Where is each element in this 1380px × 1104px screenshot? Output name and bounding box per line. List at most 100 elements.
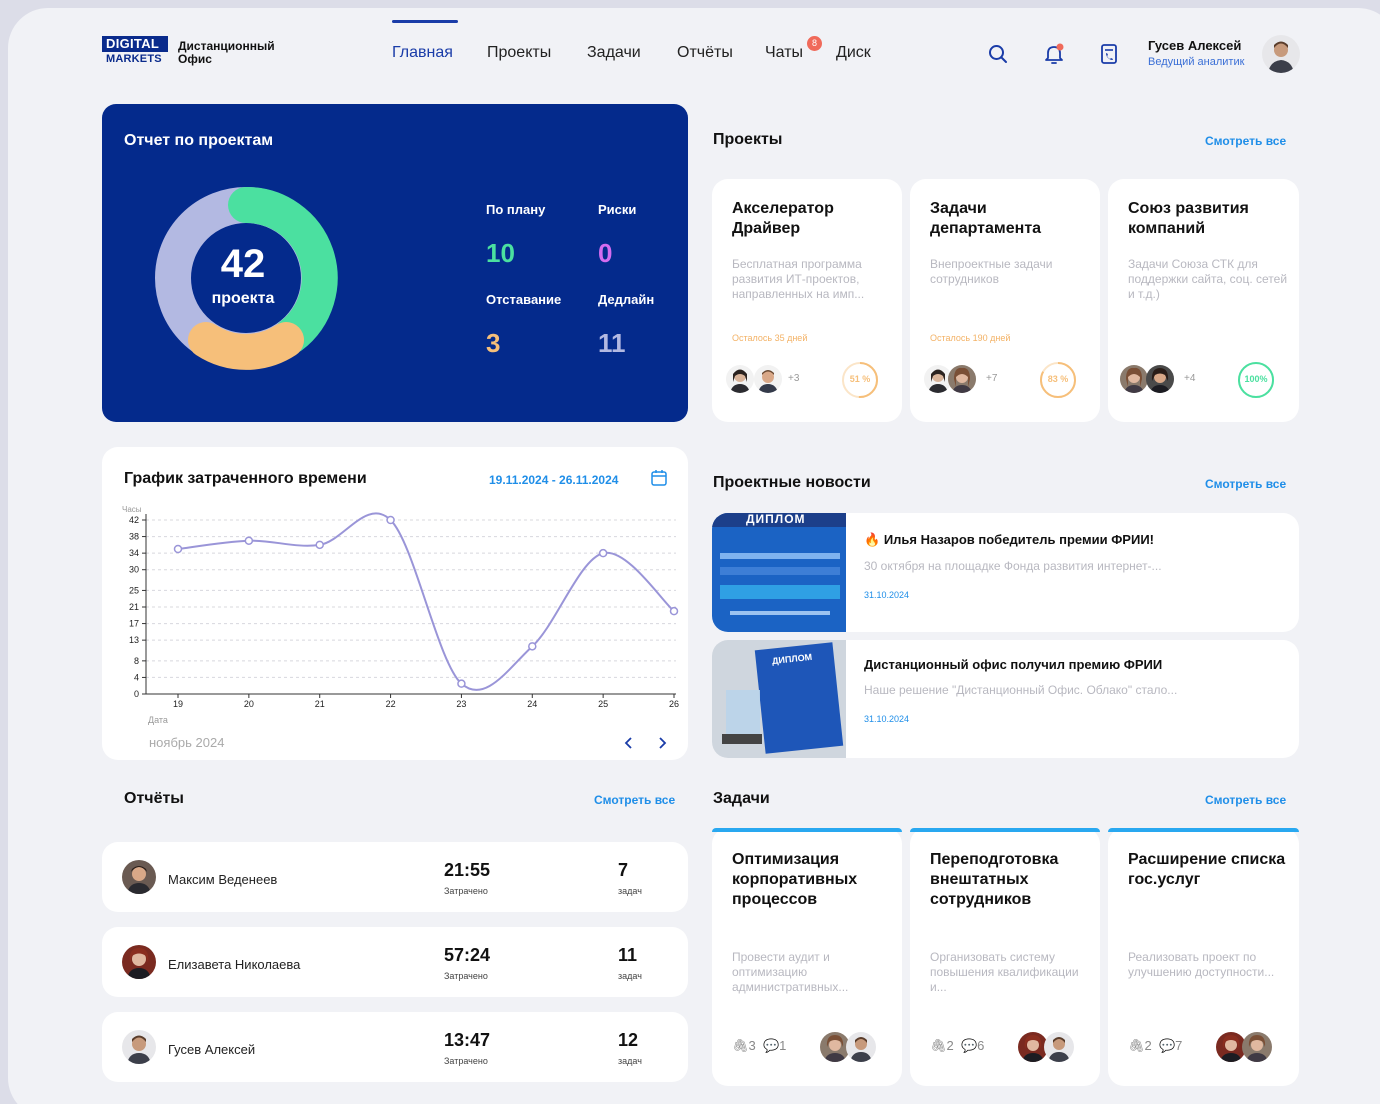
members-extra-count: +4: [1184, 373, 1196, 384]
report-row[interactable]: Елизавета Николаева 57:24 Затрачено 11 з…: [102, 927, 688, 997]
project-desc: Задачи Союза СТК для поддержки сайта, со…: [1128, 257, 1288, 301]
member-avatar: [1120, 365, 1148, 393]
progress-value: 83 %: [1047, 374, 1069, 384]
y-tick-label: 30: [129, 565, 139, 575]
search-icon[interactable]: [986, 42, 1010, 66]
project-card[interactable]: Акселератор Драйвер Бесплатная программа…: [712, 179, 902, 422]
task-title: Переподготовка внештатных сотрудников: [930, 851, 1059, 908]
attachments-count: 2: [946, 1038, 954, 1053]
y-tick-label: 17: [129, 619, 139, 629]
report-time: 13:47: [444, 1030, 491, 1050]
task-card[interactable]: Переподготовка внештатных сотрудников Ор…: [910, 828, 1100, 1086]
task-card[interactable]: Оптимизация корпоративных процессов Пров…: [712, 828, 902, 1086]
y-tick-label: 38: [129, 532, 139, 542]
logo-line2: MARKETS: [106, 53, 162, 65]
project-card[interactable]: Союз развития компаний Задачи Союза СТК …: [1108, 179, 1299, 422]
members-extra-count: +3: [788, 373, 800, 384]
chart-month: ноябрь 2024: [149, 735, 225, 750]
stat-value-deadline: 11: [598, 328, 626, 358]
nav-reports[interactable]: Отчёты: [677, 44, 733, 62]
date-range-picker[interactable]: 19.11.2024 - 26.11.2024: [489, 473, 618, 487]
project-card[interactable]: Задачи департамента Внепроектные задачи …: [910, 179, 1100, 422]
data-point: [457, 679, 466, 688]
news-headline-text: Илья Назаров победитель премии ФРИИ!: [883, 532, 1154, 547]
contacts-book-icon[interactable]: [1097, 42, 1121, 66]
task-card-accent: [712, 828, 902, 832]
news-image: ДИПЛОМ: [712, 513, 846, 632]
report-task-label: задач: [618, 971, 642, 981]
nav-tasks[interactable]: Задачи: [587, 44, 641, 62]
news-text: 30 октября на площадке Фонда развития ин…: [864, 559, 1162, 573]
report-person-name: Максим Веденеев: [168, 872, 278, 887]
nav-disk[interactable]: Диск: [836, 44, 871, 62]
data-point: [669, 606, 679, 616]
y-tick-label: 42: [129, 515, 139, 525]
nav-home[interactable]: Главная: [392, 44, 453, 62]
report-person-name: Елизавета Николаева: [168, 957, 301, 972]
report-task-count: 7: [618, 860, 629, 880]
report-time: 21:55: [444, 860, 491, 880]
logo-line1: DIGITAL: [102, 36, 168, 52]
report-row[interactable]: Гусев Алексей 13:47 Затрачено 12 задач: [102, 1012, 688, 1082]
fire-icon: 🔥: [864, 532, 881, 547]
comments-count: 7: [1175, 1038, 1183, 1053]
y-axis-label: Часы: [122, 505, 142, 514]
project-deadline: Осталось 35 дней: [732, 333, 808, 343]
logo[interactable]: DIGITAL MARKETS: [102, 36, 168, 68]
data-point: [528, 642, 537, 651]
attachments-count: 2: [1144, 1038, 1152, 1053]
time-line-chart: Часы 0 4 8 13 17 21 25 30 34 38 42 19 20 21 22 23 24 25 26 Д…: [122, 505, 679, 725]
task-desc: Провести аудит и оптимизацию администрат…: [732, 950, 849, 994]
x-tick-label: 25: [598, 699, 608, 709]
member-avatar: [1044, 1032, 1074, 1062]
stat-label-onplan: По плану: [486, 202, 546, 217]
task-title: Расширение списка гос.услуг: [1128, 851, 1286, 888]
chevron-left-icon[interactable]: [621, 735, 637, 751]
news-see-all-link[interactable]: Смотреть все: [1205, 477, 1286, 491]
task-card-accent: [1108, 828, 1299, 832]
news-image-caption: ДИПЛОМ: [746, 513, 806, 526]
data-point: [315, 540, 324, 550]
project-report-card: Отчет по проектам 42 проекта По плану 10…: [102, 104, 688, 422]
report-time-label: Затрачено: [444, 971, 488, 981]
task-meta: 🖇3 💬1: [732, 1038, 786, 1054]
news-text: Наше решение "Дистанционный Офис. Облако…: [864, 683, 1178, 697]
member-avatar: [726, 365, 754, 393]
report-row[interactable]: Максим Веденеев 21:55 Затрачено 7 задач: [102, 842, 688, 912]
y-tick-label: 25: [129, 585, 139, 595]
news-image: ДИПЛОМ: [712, 640, 846, 758]
projects-see-all-link[interactable]: Смотреть все: [1205, 134, 1286, 148]
task-card[interactable]: Расширение списка гос.услуг Реализовать …: [1108, 828, 1299, 1086]
task-desc: Реализовать проект по улучшению доступно…: [1128, 950, 1275, 979]
project-title: Акселератор Драйвер: [732, 200, 834, 237]
nav-projects[interactable]: Проекты: [487, 44, 551, 62]
comments-count: 1: [779, 1038, 787, 1053]
task-desc: Организовать систему повышения квалифика…: [930, 950, 1079, 994]
x-tick-label: 26: [669, 699, 679, 709]
report-person-name: Гусев Алексей: [168, 1042, 256, 1057]
stat-label-deadline: Дедлайн: [598, 292, 655, 307]
report-task-label: задач: [618, 886, 642, 896]
report-task-label: задач: [618, 1056, 642, 1066]
tasks-see-all-link[interactable]: Смотреть все: [1205, 793, 1286, 807]
comments-count: 6: [977, 1038, 985, 1053]
member-avatar: [1242, 1032, 1272, 1062]
reports-see-all-link[interactable]: Смотреть все: [594, 793, 675, 807]
data-point: [598, 548, 608, 558]
x-tick-label: 20: [244, 699, 254, 709]
report-total: 42: [220, 242, 266, 286]
calendar-icon[interactable]: [650, 469, 668, 487]
report-total-label: проекта: [211, 290, 275, 307]
user-avatar[interactable]: [1262, 35, 1300, 73]
member-avatar: [754, 365, 782, 393]
x-tick-label: 19: [173, 699, 183, 709]
bell-icon[interactable]: [1042, 42, 1066, 66]
x-tick-label: 22: [386, 699, 396, 709]
stat-value-onplan: 10: [486, 238, 515, 268]
report-time-label: Затрачено: [444, 1056, 488, 1066]
task-title: Оптимизация корпоративных процессов: [732, 851, 858, 908]
nav-chats[interactable]: Чаты: [765, 44, 803, 62]
chevron-right-icon[interactable]: [654, 735, 670, 751]
news-date: 31.10.2024: [864, 590, 910, 600]
member-avatar: [122, 860, 156, 894]
